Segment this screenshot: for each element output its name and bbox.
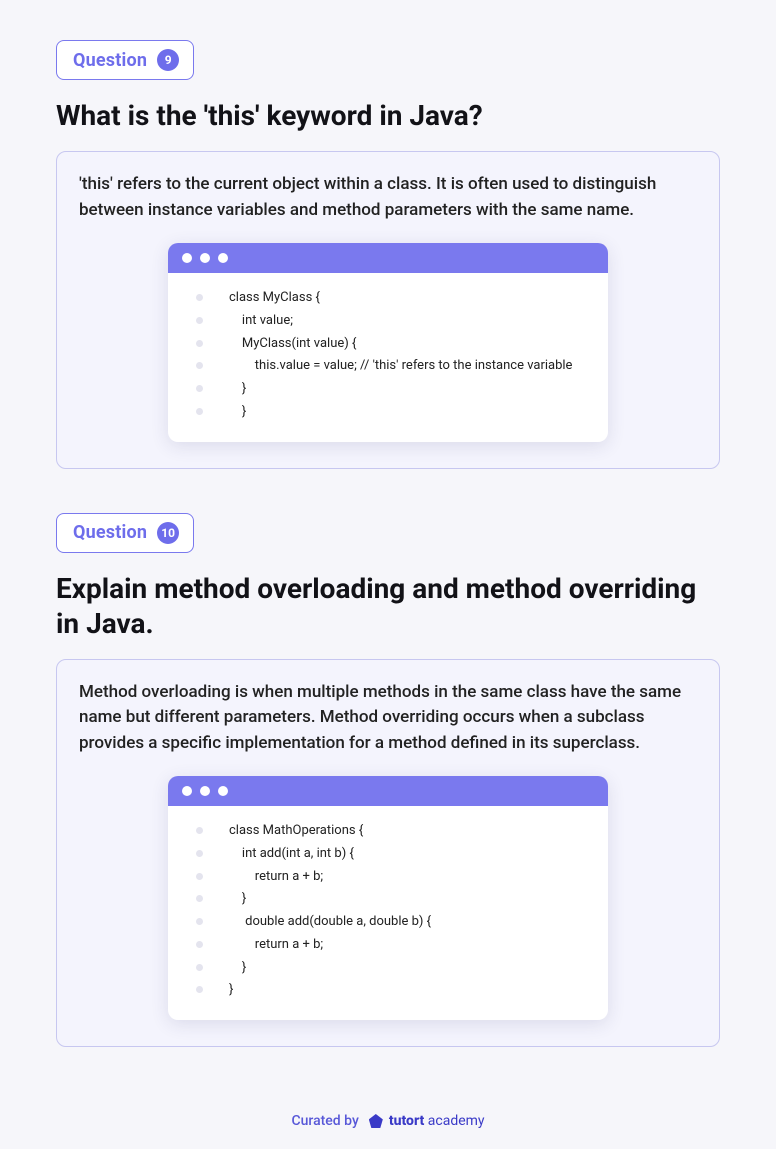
code-text: int add(int a, int b) { xyxy=(229,843,354,866)
question-label: Question xyxy=(73,50,147,71)
gutter-dot-icon xyxy=(196,385,203,392)
code-window: class MyClass { int value; MyClass(int v… xyxy=(168,243,608,442)
code-line: } xyxy=(196,378,598,401)
footer: Curated by tutort academy xyxy=(56,1091,720,1129)
gutter-dot-icon xyxy=(196,340,203,347)
question-block: Question 10 Explain method overloading and… xyxy=(56,513,720,1048)
gutter-dot-icon xyxy=(196,873,203,880)
code-text: int value; xyxy=(229,310,293,333)
gutter-dot-icon xyxy=(196,317,203,324)
gutter-dot-icon xyxy=(196,827,203,834)
code-body: class MathOperations { int add(int a, in… xyxy=(168,806,608,1020)
gutter-dot-icon xyxy=(196,918,203,925)
window-dot-icon xyxy=(218,253,228,263)
code-text: double add(double a, double b) { xyxy=(229,911,431,934)
answer-text: 'this' refers to the current object with… xyxy=(79,172,697,223)
window-dot-icon xyxy=(182,786,192,796)
answer-text: Method overloading is when multiple meth… xyxy=(79,680,697,757)
question-title: Explain method overloading and method ov… xyxy=(56,571,720,641)
gutter-dot-icon xyxy=(196,941,203,948)
window-dot-icon xyxy=(200,786,210,796)
code-line: } xyxy=(196,888,598,911)
code-titlebar xyxy=(168,243,608,273)
question-badge: Question 10 xyxy=(56,513,194,553)
question-number: 9 xyxy=(157,49,179,71)
gutter-dot-icon xyxy=(196,362,203,369)
gutter-dot-icon xyxy=(196,408,203,415)
code-line: MyClass(int value) { xyxy=(196,333,598,356)
question-block: Question 9 What is the 'this' keyword in J… xyxy=(56,40,720,469)
code-text: class MathOperations { xyxy=(229,820,363,843)
code-window: class MathOperations { int add(int a, in… xyxy=(168,776,608,1020)
code-line: } xyxy=(196,401,598,424)
code-text: } xyxy=(229,378,246,401)
code-text: } xyxy=(229,957,246,980)
brand-light-text: academy xyxy=(428,1113,485,1129)
code-line: this.value = value; // 'this' refers to … xyxy=(196,355,598,378)
code-line: double add(double a, double b) { xyxy=(196,911,598,934)
code-text: } xyxy=(229,401,246,424)
code-line: return a + b; xyxy=(196,866,598,889)
gutter-dot-icon xyxy=(196,986,203,993)
gutter-dot-icon xyxy=(196,964,203,971)
code-text: MyClass(int value) { xyxy=(229,333,356,356)
gutter-dot-icon xyxy=(196,850,203,857)
answer-card: 'this' refers to the current object with… xyxy=(56,151,720,469)
code-text: } xyxy=(229,888,246,911)
brand: tutort academy xyxy=(369,1113,485,1129)
window-dot-icon xyxy=(218,786,228,796)
code-line: class MyClass { xyxy=(196,287,598,310)
question-label: Question xyxy=(73,522,147,543)
question-badge: Question 9 xyxy=(56,40,194,80)
code-text: class MyClass { xyxy=(229,287,320,310)
code-line: } xyxy=(196,979,598,1002)
code-line: int value; xyxy=(196,310,598,333)
brand-bold: tutort xyxy=(389,1113,424,1129)
window-dot-icon xyxy=(200,253,210,263)
question-title: What is the 'this' keyword in Java? xyxy=(56,98,720,133)
code-text: this.value = value; // 'this' refers to … xyxy=(229,355,572,378)
code-line: class MathOperations { xyxy=(196,820,598,843)
code-line: int add(int a, int b) { xyxy=(196,843,598,866)
curated-by-label: Curated by xyxy=(291,1113,358,1129)
code-line: return a + b; xyxy=(196,934,598,957)
window-dot-icon xyxy=(182,253,192,263)
gutter-dot-icon xyxy=(196,895,203,902)
code-text: return a + b; xyxy=(229,934,323,957)
code-text: } xyxy=(229,979,233,1002)
code-titlebar xyxy=(168,776,608,806)
tutort-logo-icon xyxy=(369,1114,383,1128)
answer-card: Method overloading is when multiple meth… xyxy=(56,659,720,1048)
code-text: return a + b; xyxy=(229,866,323,889)
gutter-dot-icon xyxy=(196,294,203,301)
question-number: 10 xyxy=(157,522,179,544)
code-body: class MyClass { int value; MyClass(int v… xyxy=(168,273,608,442)
code-line: } xyxy=(196,957,598,980)
